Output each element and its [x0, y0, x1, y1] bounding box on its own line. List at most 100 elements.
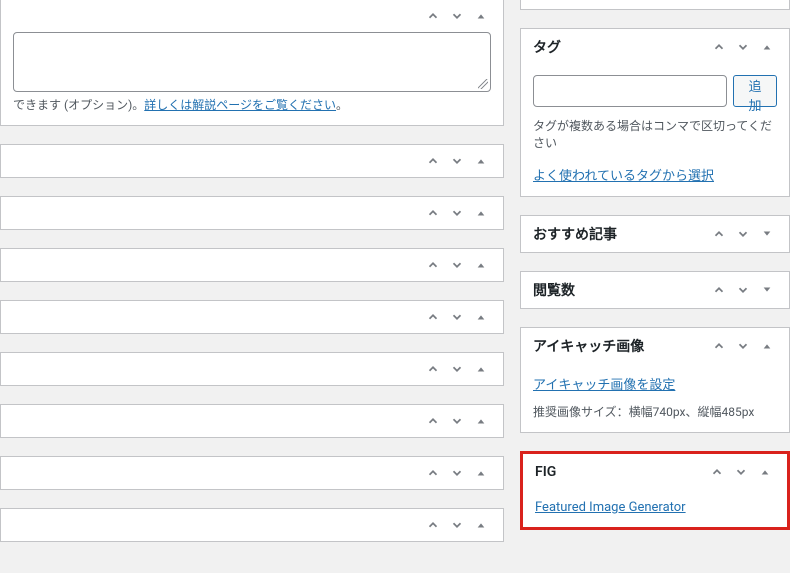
- toggle-icon[interactable]: [471, 203, 491, 223]
- move-down-icon[interactable]: [447, 463, 467, 483]
- featured-image-metabox: アイキャッチ画像 アイキャッチ画像を設定 推奨画像サイズ：横幅740px、縦幅4…: [520, 327, 790, 433]
- fig-link[interactable]: Featured Image Generator: [535, 500, 686, 515]
- move-down-icon[interactable]: [731, 462, 751, 482]
- tags-metabox: タグ 追加 タグが複数ある場合はコンマで区切ってください よく使われているタグか…: [520, 28, 790, 197]
- views-header[interactable]: 閲覧数: [521, 272, 789, 308]
- caption-link[interactable]: 詳しくは解説ページをご覧ください: [144, 98, 336, 112]
- move-up-icon[interactable]: [423, 411, 443, 431]
- views-metabox: 閲覧数: [520, 271, 790, 309]
- move-down-icon[interactable]: [447, 151, 467, 171]
- metabox-controls: [709, 336, 777, 356]
- caption-suffix: 。: [336, 98, 348, 112]
- move-down-icon[interactable]: [447, 255, 467, 275]
- recommend-header[interactable]: おすすめ記事: [521, 216, 789, 252]
- recommend-title: おすすめ記事: [533, 224, 617, 244]
- toggle-icon[interactable]: [757, 37, 777, 57]
- move-up-icon[interactable]: [423, 515, 443, 535]
- metabox-controls: [423, 359, 491, 379]
- toggle-icon[interactable]: [471, 151, 491, 171]
- partial-metabox-edge: [520, 0, 790, 10]
- main-metabox-4: [0, 248, 504, 282]
- toggle-icon[interactable]: [471, 6, 491, 26]
- main-metabox-3: [0, 196, 504, 230]
- add-tag-button[interactable]: 追加: [733, 75, 777, 107]
- popular-tags-link[interactable]: よく使われているタグから選択: [533, 169, 714, 184]
- move-up-icon[interactable]: [423, 203, 443, 223]
- move-up-icon[interactable]: [423, 255, 443, 275]
- move-down-icon[interactable]: [447, 307, 467, 327]
- toggle-icon[interactable]: [757, 224, 777, 244]
- move-up-icon[interactable]: [709, 37, 729, 57]
- toggle-icon[interactable]: [757, 336, 777, 356]
- tag-input[interactable]: [533, 75, 727, 107]
- featured-header[interactable]: アイキャッチ画像: [521, 328, 789, 364]
- move-down-icon[interactable]: [447, 203, 467, 223]
- toggle-icon[interactable]: [471, 411, 491, 431]
- main-metabox-6: [0, 352, 504, 386]
- metabox-controls: [707, 462, 775, 482]
- move-up-icon[interactable]: [423, 6, 443, 26]
- move-up-icon[interactable]: [709, 224, 729, 244]
- metabox-controls: [423, 6, 491, 26]
- move-down-icon[interactable]: [447, 515, 467, 535]
- toggle-icon[interactable]: [755, 462, 775, 482]
- metabox-header[interactable]: [1, 249, 503, 281]
- tags-note: タグが複数ある場合はコンマで区切ってください: [533, 117, 777, 151]
- caption-prefix: できます (オプション)。: [13, 98, 144, 112]
- move-up-icon[interactable]: [709, 336, 729, 356]
- main-metabox-5: [0, 300, 504, 334]
- move-down-icon[interactable]: [447, 6, 467, 26]
- featured-title: アイキャッチ画像: [533, 336, 644, 356]
- metabox-header[interactable]: [1, 301, 503, 333]
- metabox-header[interactable]: [1, 145, 503, 177]
- fig-body: Featured Image Generator: [523, 490, 787, 527]
- featured-body: アイキャッチ画像を設定 推奨画像サイズ：横幅740px、縦幅485px: [521, 364, 789, 432]
- toggle-icon[interactable]: [471, 515, 491, 535]
- main-metabox-8: [0, 456, 504, 490]
- move-down-icon[interactable]: [733, 37, 753, 57]
- move-down-icon[interactable]: [447, 411, 467, 431]
- toggle-icon[interactable]: [471, 307, 491, 327]
- toggle-icon[interactable]: [471, 255, 491, 275]
- move-up-icon[interactable]: [423, 359, 443, 379]
- tags-header[interactable]: タグ: [521, 29, 789, 65]
- metabox-header[interactable]: [1, 0, 503, 32]
- move-down-icon[interactable]: [447, 359, 467, 379]
- fig-metabox: FIG Featured Image Generator: [520, 451, 790, 530]
- toggle-icon[interactable]: [757, 280, 777, 300]
- move-up-icon[interactable]: [423, 151, 443, 171]
- metabox-controls: [423, 307, 491, 327]
- tags-title: タグ: [533, 37, 561, 57]
- metabox-body: できます (オプション)。詳しくは解説ページをご覧ください。: [1, 32, 503, 125]
- move-up-icon[interactable]: [423, 307, 443, 327]
- move-up-icon[interactable]: [709, 280, 729, 300]
- fig-title: FIG: [535, 464, 556, 480]
- main-metabox-9: [0, 508, 504, 542]
- metabox-header[interactable]: [1, 197, 503, 229]
- move-up-icon[interactable]: [423, 463, 443, 483]
- metabox-controls: [423, 151, 491, 171]
- move-down-icon[interactable]: [733, 280, 753, 300]
- toggle-icon[interactable]: [471, 359, 491, 379]
- move-down-icon[interactable]: [733, 336, 753, 356]
- set-featured-link[interactable]: アイキャッチ画像を設定: [533, 378, 675, 393]
- toggle-icon[interactable]: [471, 463, 491, 483]
- metabox-controls: [709, 224, 777, 244]
- template-description-textarea[interactable]: [13, 32, 491, 92]
- metabox-header[interactable]: [1, 509, 503, 541]
- main-metabox-2: [0, 144, 504, 178]
- metabox-controls: [709, 280, 777, 300]
- move-down-icon[interactable]: [733, 224, 753, 244]
- fig-header[interactable]: FIG: [523, 454, 787, 490]
- metabox-controls: [423, 463, 491, 483]
- caption-text: できます (オプション)。詳しくは解説ページをご覧ください。: [13, 96, 491, 113]
- metabox-header[interactable]: [1, 405, 503, 437]
- main-metabox-7: [0, 404, 504, 438]
- metabox-header[interactable]: [1, 457, 503, 489]
- metabox-header[interactable]: [1, 353, 503, 385]
- views-title: 閲覧数: [533, 280, 575, 300]
- metabox-controls: [709, 37, 777, 57]
- resize-handle-icon[interactable]: [478, 79, 488, 89]
- move-up-icon[interactable]: [707, 462, 727, 482]
- metabox-controls: [423, 411, 491, 431]
